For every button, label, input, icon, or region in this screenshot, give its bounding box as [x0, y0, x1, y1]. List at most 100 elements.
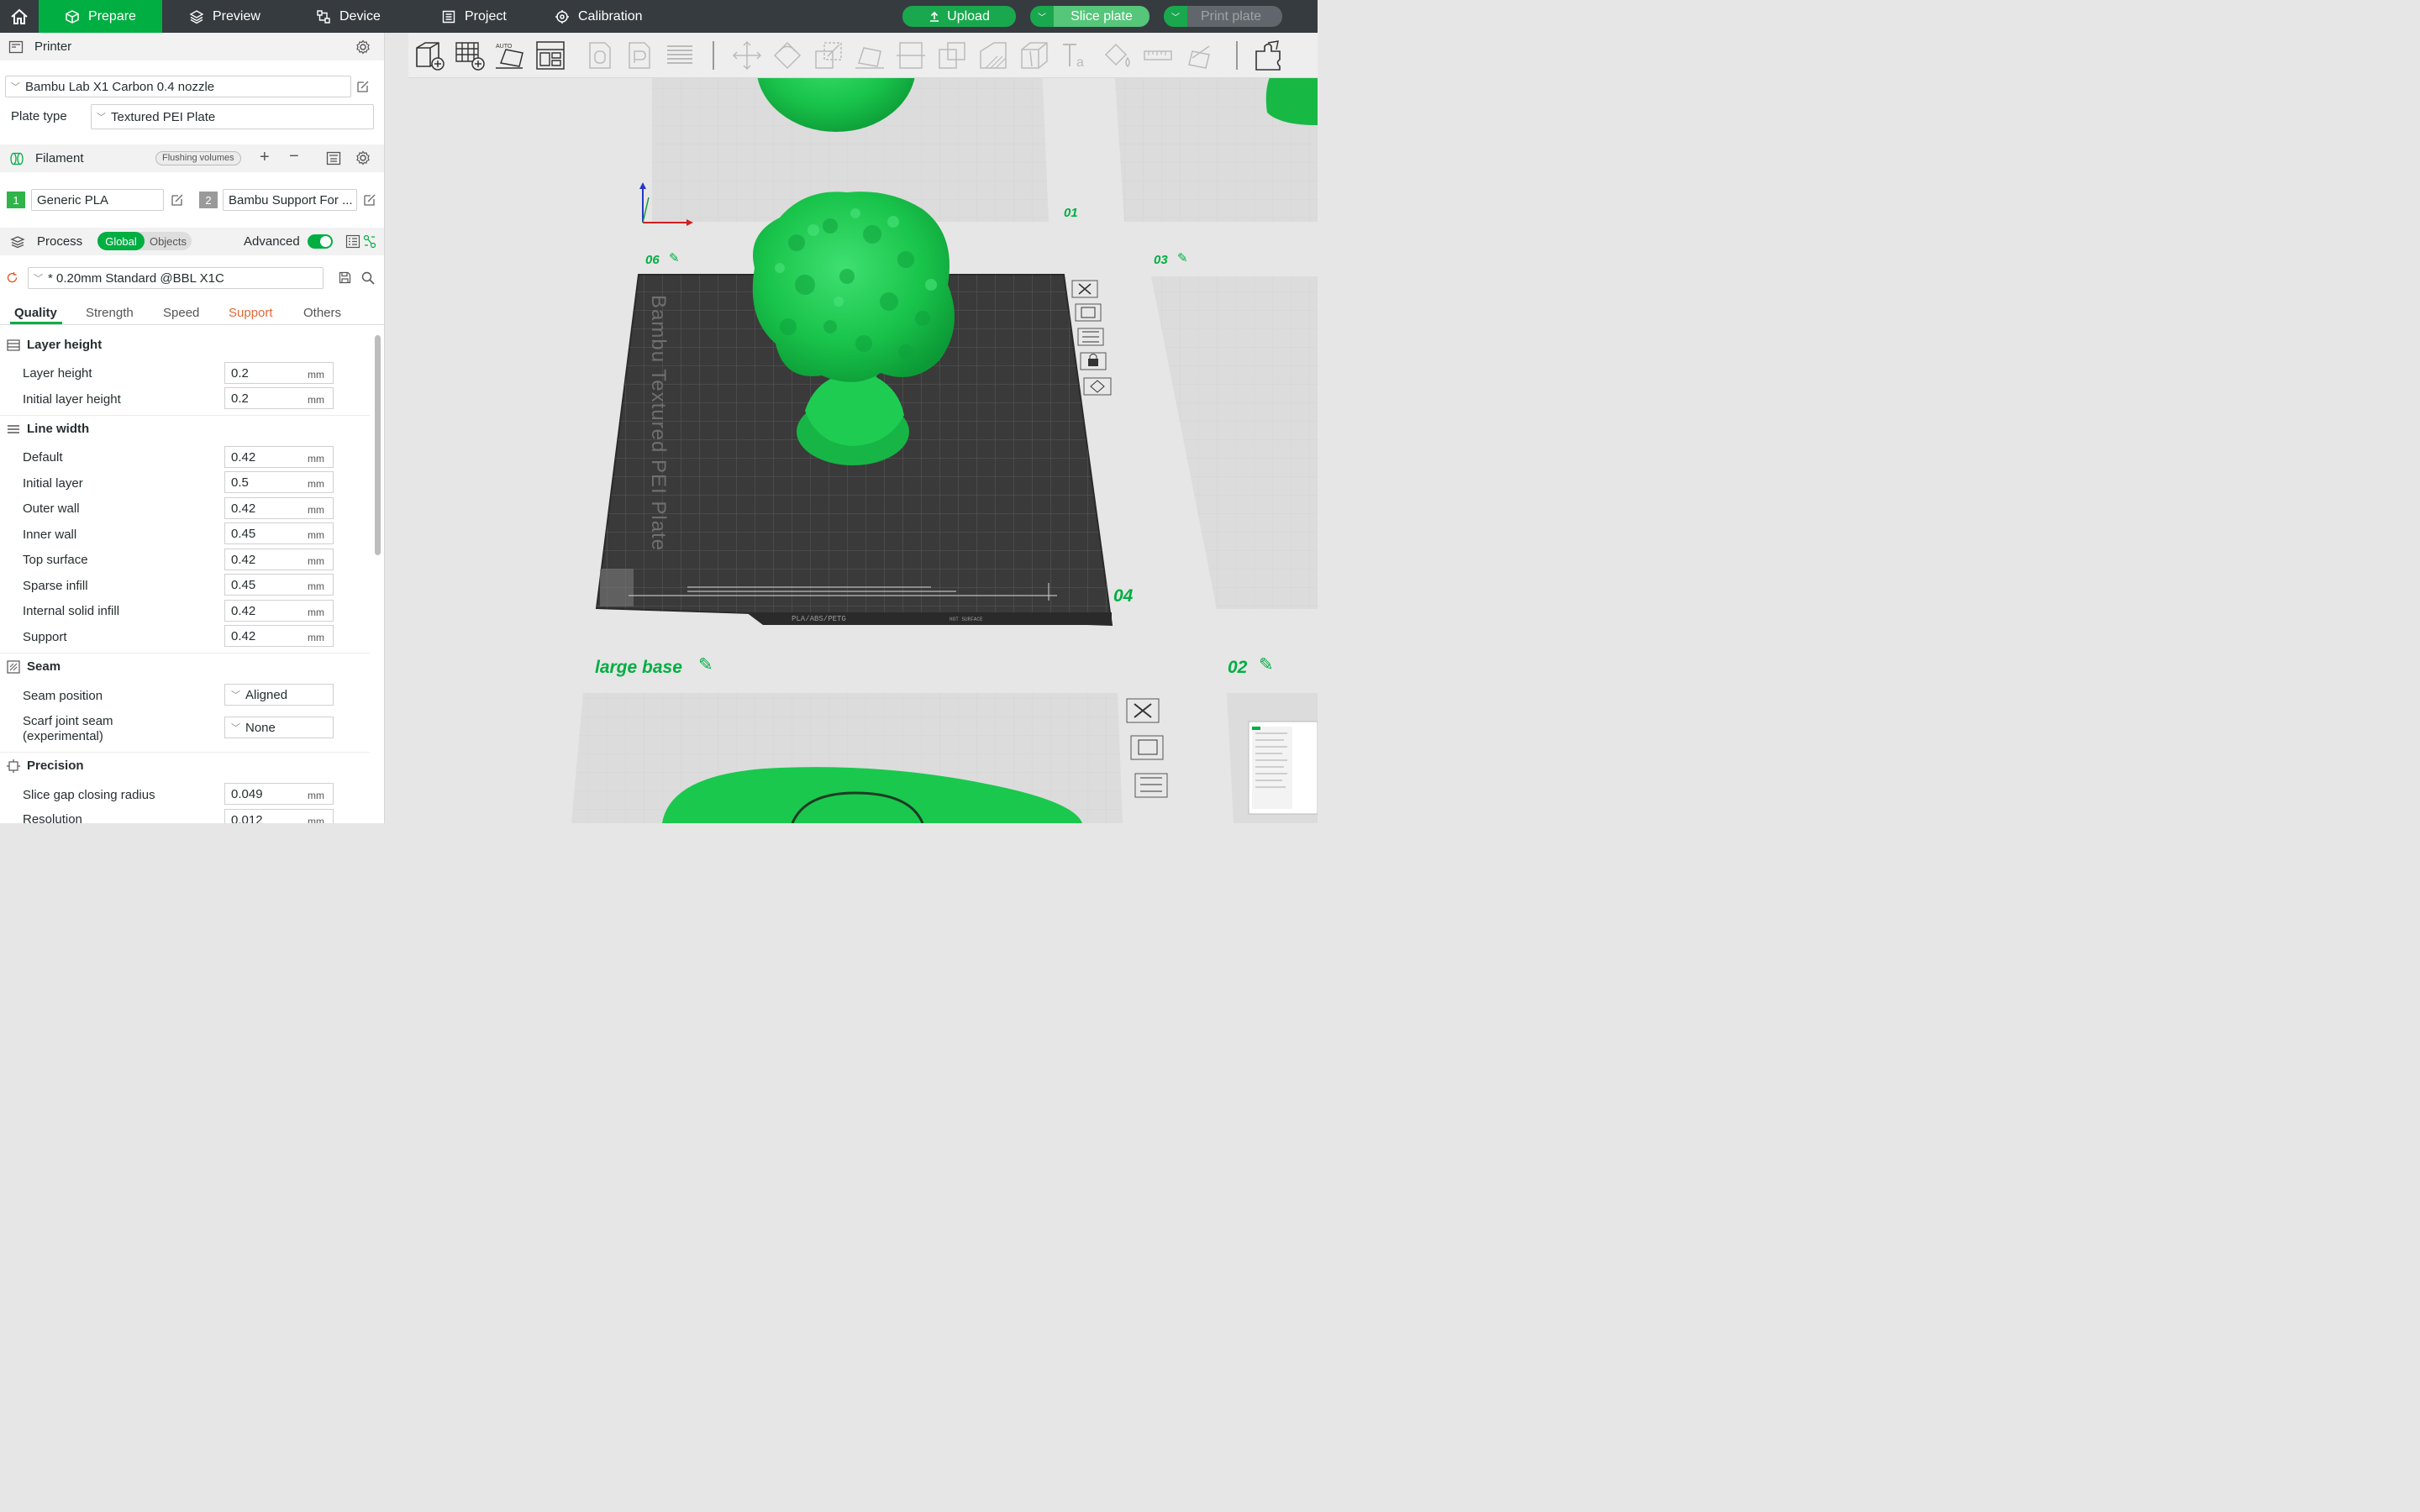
advanced-switch[interactable] — [308, 234, 333, 249]
edit-icon[interactable] — [356, 80, 370, 93]
edit-icon[interactable] — [363, 193, 376, 207]
reset-icon[interactable] — [6, 271, 18, 284]
plate-bottom-delete-icon[interactable] — [1126, 698, 1160, 723]
slice-dropdown-button[interactable]: ﹀ — [1030, 6, 1054, 27]
auto-orient-icon[interactable]: AUTO — [494, 39, 526, 71]
objects-toggle-option[interactable]: Objects — [146, 232, 190, 250]
list-view-icon[interactable] — [345, 234, 360, 249]
move-icon[interactable] — [731, 39, 763, 71]
tab-others[interactable]: Others — [303, 306, 341, 320]
home-icon — [11, 8, 28, 24]
measure-icon[interactable] — [1142, 39, 1174, 71]
line-width-group-title: Line width — [7, 422, 89, 436]
tab-device[interactable]: Device — [316, 0, 381, 33]
add-object-icon[interactable] — [413, 39, 445, 71]
home-button[interactable] — [0, 0, 39, 33]
support-painting-icon[interactable] — [977, 39, 1009, 71]
scene[interactable]: Bambu Textured PEI Plate PLA/ABS/PETG HO… — [385, 33, 1318, 823]
save-icon[interactable] — [339, 271, 351, 284]
lay-on-face-icon[interactable] — [854, 39, 886, 71]
mesh-boolean-icon[interactable] — [936, 39, 968, 71]
filament-slot-2-select[interactable]: Bambu Support For ... — [223, 189, 357, 211]
upload-button[interactable]: Upload — [902, 6, 1016, 27]
plate-orient-icon[interactable] — [1077, 328, 1104, 346]
resolution-input[interactable]: 0.012 mm — [224, 809, 334, 823]
rotate-icon[interactable] — [771, 39, 803, 71]
pencil-icon[interactable]: ✎ — [669, 250, 680, 265]
arrange-icon[interactable] — [534, 39, 566, 71]
minimap[interactable] — [1248, 721, 1318, 815]
chevron-down-icon: ﹀ — [231, 723, 240, 733]
search-icon[interactable] — [361, 271, 375, 285]
seam-painting-icon[interactable] — [1018, 39, 1050, 71]
global-objects-toggle[interactable]: Global Objects — [97, 232, 192, 250]
text-icon[interactable]: a — [1060, 39, 1092, 71]
plate-label-02[interactable]: 02 — [1228, 658, 1247, 678]
puzzle-icon[interactable] — [1253, 39, 1285, 71]
plate-bottom-orient-icon[interactable] — [1134, 773, 1168, 798]
assembly-icon[interactable] — [1184, 39, 1216, 71]
flushing-volumes-button[interactable]: Flushing volumes — [155, 151, 241, 165]
printer-select[interactable]: ﹀ Bambu Lab X1 Carbon 0.4 nozzle — [5, 76, 351, 97]
plate-label-06[interactable]: 06 — [645, 253, 660, 267]
gear-icon[interactable] — [355, 150, 371, 165]
inner-wall-line-width-input[interactable]: 0.45 mm — [224, 522, 334, 544]
3d-viewport[interactable]: Bambu Textured PEI Plate PLA/ABS/PETG HO… — [385, 33, 1318, 823]
pencil-icon[interactable]: ✎ — [698, 654, 713, 675]
settings-scrollbar[interactable] — [375, 335, 381, 555]
outer-wall-line-width-input[interactable]: 0.42 mm — [224, 497, 334, 519]
seam-position-select[interactable]: ﹀ Aligned — [224, 684, 334, 706]
edit-icon[interactable] — [171, 193, 184, 207]
pencil-icon[interactable]: ✎ — [1259, 654, 1274, 675]
plate-settings-icon[interactable] — [1083, 377, 1112, 396]
initial-layer-height-input[interactable]: 0.2 mm — [224, 387, 334, 409]
plate-arrange-icon[interactable] — [1075, 303, 1102, 322]
tab-prepare[interactable]: Prepare — [39, 0, 162, 33]
plate-type-select[interactable]: ﹀ Textured PEI Plate — [91, 104, 374, 129]
tab-calibration[interactable]: Calibration — [555, 0, 642, 33]
support-line-width-input[interactable]: 0.42 mm — [224, 625, 334, 647]
tab-support[interactable]: Support — [229, 306, 273, 320]
internal-solid-infill-line-width-input[interactable]: 0.42 mm — [224, 600, 334, 622]
tab-speed[interactable]: Speed — [163, 306, 199, 320]
pencil-icon[interactable]: ✎ — [1177, 250, 1188, 265]
plate-bottom-arrange-icon[interactable] — [1130, 735, 1164, 760]
initial-layer-line-width-input[interactable]: 0.5 mm — [224, 471, 334, 493]
default-line-width-input[interactable]: 0.42 mm — [224, 446, 334, 468]
plate-delete-icon[interactable] — [1071, 280, 1098, 298]
print-dropdown-button[interactable]: ﹀ — [1164, 6, 1187, 27]
plate-label-large-base[interactable]: large base — [595, 658, 682, 678]
scarf-joint-seam-select[interactable]: ﹀ None — [224, 717, 334, 738]
process-preset-select[interactable]: ﹀ * 0.20mm Standard @BBL X1C — [28, 267, 324, 289]
add-plate-icon[interactable] — [454, 39, 486, 71]
layers-editing-icon[interactable] — [664, 39, 696, 71]
print-plate-button[interactable]: Print plate — [1187, 6, 1282, 27]
tab-label: Preview — [213, 8, 260, 24]
plate-label-04[interactable]: 04 — [1113, 586, 1133, 606]
global-toggle-option[interactable]: Global — [97, 232, 145, 250]
slice-plate-button[interactable]: Slice plate — [1054, 6, 1150, 27]
layer-height-input[interactable]: 0.2 mm — [224, 362, 334, 384]
cut-icon[interactable] — [895, 39, 927, 71]
plus-icon[interactable]: + — [260, 148, 270, 167]
tab-preview[interactable]: Preview — [189, 0, 260, 33]
minus-icon[interactable]: − — [289, 147, 299, 166]
color-painting-icon[interactable] — [1101, 39, 1133, 71]
filament-slot-2-index: 2 — [199, 192, 218, 208]
scale-icon[interactable] — [813, 39, 844, 71]
slice-gap-closing-radius-input[interactable]: 0.049 mm — [224, 783, 334, 805]
plate-lock-icon[interactable] — [1080, 352, 1107, 370]
tab-quality[interactable]: Quality — [14, 306, 57, 320]
tab-strength[interactable]: Strength — [86, 306, 134, 320]
split-objects-icon[interactable] — [583, 39, 615, 71]
filament-sync-icon[interactable] — [326, 151, 341, 165]
plate-label-01[interactable]: 01 — [1064, 206, 1078, 220]
split-parts-icon[interactable] — [623, 39, 655, 71]
compare-icon[interactable] — [363, 234, 376, 249]
gear-icon[interactable] — [355, 39, 371, 55]
tab-project[interactable]: Project — [441, 0, 507, 33]
filament-slot-1-select[interactable]: Generic PLA — [31, 189, 164, 211]
plate-label-03[interactable]: 03 — [1154, 253, 1168, 267]
sparse-infill-line-width-input[interactable]: 0.45 mm — [224, 574, 334, 596]
top-surface-line-width-input[interactable]: 0.42 mm — [224, 549, 334, 570]
